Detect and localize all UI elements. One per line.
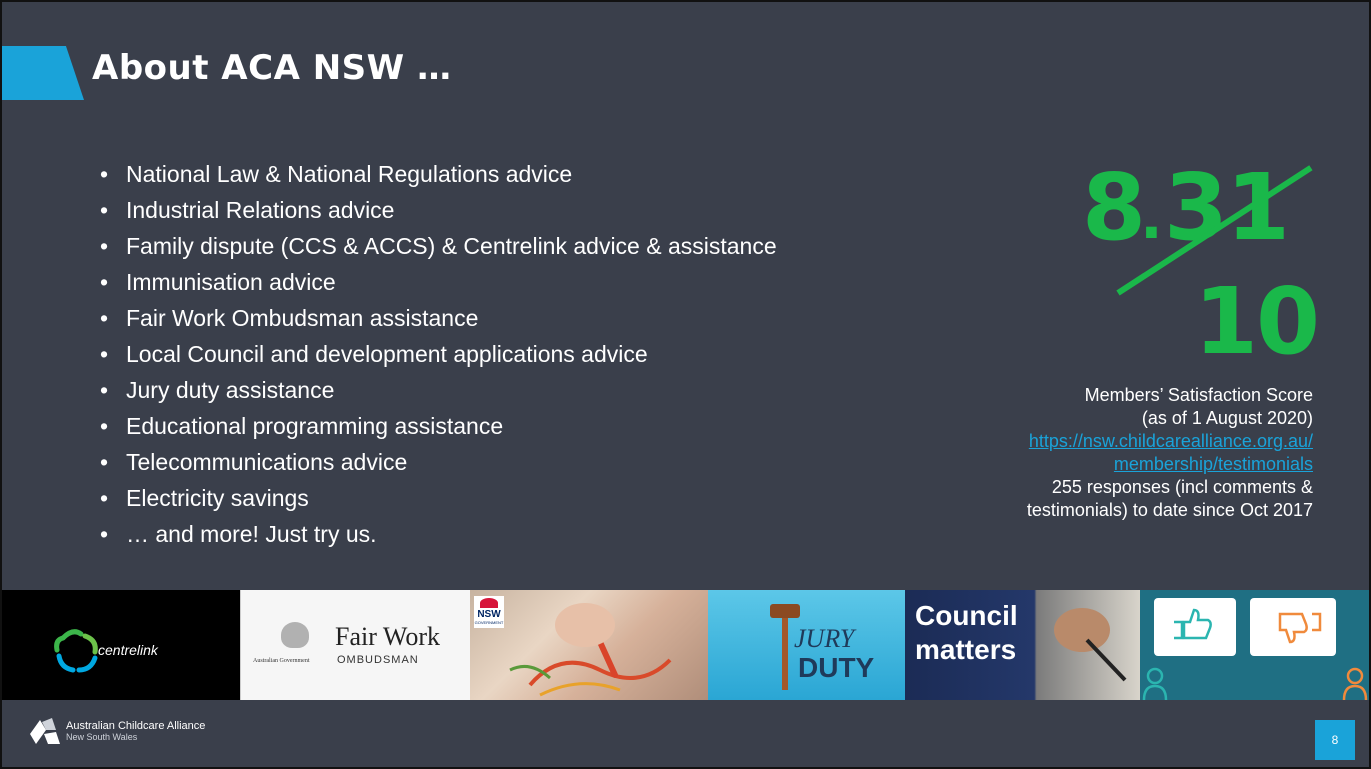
list-item: … and more! Just try us. <box>100 516 777 552</box>
list-item: Fair Work Ombudsman assistance <box>100 300 777 336</box>
list-item: Industrial Relations advice <box>100 192 777 228</box>
nsw-logo-badge: NSW GOVERNMENT <box>474 596 504 628</box>
writing-hand-icon <box>1054 608 1127 682</box>
jury-duty-tile: JURY DUTY <box>708 590 905 700</box>
score-numerator: 8 <box>1082 154 1146 261</box>
list-item: Immunisation advice <box>100 264 777 300</box>
list-item: Local Council and development applicatio… <box>100 336 777 372</box>
score-denominator: 10 <box>1194 268 1320 375</box>
slide: About ACA NSW … National Law & National … <box>0 0 1371 769</box>
partner-image-strip: centrelink Fair Work OMBUDSMAN Australia… <box>2 590 1369 700</box>
nsw-logo-text: NSW <box>477 609 501 620</box>
thumbs-up-bubble <box>1154 598 1236 656</box>
person-teal-icon <box>1142 667 1168 700</box>
score-decimal-point: . <box>1140 183 1163 253</box>
score-decimals: 31 <box>1164 154 1290 261</box>
caption-line: Members’ Satisfaction Score <box>1084 385 1313 405</box>
council-matters-tile: Council matters <box>905 590 1140 700</box>
services-list: National Law & National Regulations advi… <box>100 156 777 552</box>
aca-logo-icon <box>30 718 60 744</box>
thumbs-down-icon <box>1278 612 1322 644</box>
thumbs-down-bubble <box>1250 598 1336 656</box>
testimonials-link[interactable]: membership/testimonials <box>1027 453 1313 476</box>
drawing-photo-art <box>509 603 672 697</box>
feedback-tile <box>1140 590 1369 700</box>
list-item: Educational programming assistance <box>100 408 777 444</box>
caption-line: 255 responses (incl comments & <box>1051 477 1313 497</box>
list-item: Telecommunications advice <box>100 444 777 480</box>
caption-line: (as of 1 August 2020) <box>1141 408 1313 428</box>
matters-text: matters <box>915 634 1017 665</box>
fairwork-logo-tile: Fair Work OMBUDSMAN Australian Governmen… <box>240 590 470 700</box>
jury-text: JURY <box>794 624 855 653</box>
government-label: Australian Government <box>253 658 310 664</box>
aca-region: New South Wales <box>66 732 138 742</box>
aca-org-name: Australian Childcare Alliance <box>66 720 206 732</box>
fairwork-subtitle: OMBUDSMAN <box>337 654 419 666</box>
satisfaction-score: 8 . 31 10 <box>1082 162 1322 372</box>
duty-text: DUTY <box>798 652 875 683</box>
testimonials-link[interactable]: https://nsw.childcarealliance.org.au/ <box>1027 430 1313 453</box>
fairwork-wordmark: Fair Work <box>335 622 441 651</box>
nsw-logo-subtext: GOVERNMENT <box>474 620 504 625</box>
page-number: 8 <box>1315 720 1355 760</box>
centrelink-wordmark: centrelink <box>98 642 158 658</box>
slide-title: About ACA NSW … <box>92 48 452 88</box>
list-item: Jury duty assistance <box>100 372 777 408</box>
score-caption: Members’ Satisfaction Score (as of 1 Aug… <box>1027 384 1313 522</box>
list-item: Family dispute (CCS & ACCS) & Centrelink… <box>100 228 777 264</box>
aca-footer-logo: Australian Childcare Alliance New South … <box>26 716 205 746</box>
title-accent-bar <box>2 46 84 100</box>
council-text: Council <box>915 600 1018 631</box>
person-orange-icon <box>1342 667 1368 700</box>
list-item: Electricity savings <box>100 480 777 516</box>
coat-of-arms-icon <box>281 622 309 648</box>
child-drawing-image: NSW GOVERNMENT <box>470 590 708 700</box>
list-item: National Law & National Regulations advi… <box>100 156 777 192</box>
thumbs-up-icon <box>1174 608 1212 640</box>
caption-line: testimonials) to date since Oct 2017 <box>1026 500 1313 520</box>
centrelink-logo-tile: centrelink <box>2 590 240 700</box>
waratah-icon <box>480 598 498 608</box>
